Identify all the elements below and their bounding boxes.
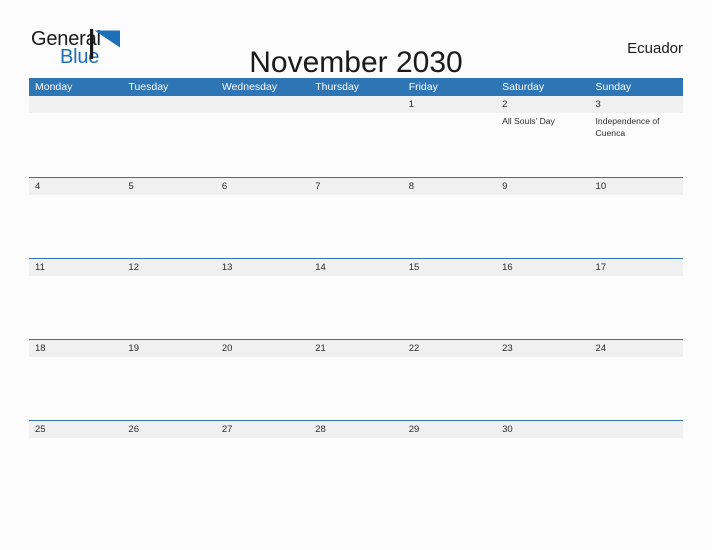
day-event-label: All Souls' Day [502,116,555,126]
day-number[interactable]: 4 [29,178,122,195]
calendar-week-row: 18 19 20 21 22 23 24 [29,339,683,420]
day-number[interactable]: 20 [216,340,309,357]
day-number[interactable]: 8 [403,178,496,195]
calendar-week-row: 4 5 6 7 8 9 10 [29,177,683,258]
day-number[interactable]: 30 [496,421,589,438]
weekday-header-saturday: Saturday [502,81,545,93]
weekday-header-friday: Friday [408,81,438,93]
day-number[interactable]: 10 [590,178,683,195]
day-number[interactable]: 1 [403,96,496,113]
day-number[interactable]: 29 [403,421,496,438]
week-event-band [29,357,683,419]
day-number[interactable]: 6 [216,178,309,195]
day-number[interactable]: 9 [496,178,589,195]
day-number[interactable]: 23 [496,340,589,357]
day-number[interactable]: 15 [403,259,496,276]
day-number [29,96,122,113]
day-number[interactable]: 13 [216,259,309,276]
week-date-band: 123 [29,96,683,113]
week-date-band: 25 26 27 28 29 30 [29,421,683,438]
weekday-header-monday: Monday [35,81,73,93]
day-number [590,421,683,438]
day-number[interactable]: 14 [309,259,402,276]
day-number[interactable]: 21 [309,340,402,357]
day-number[interactable]: 12 [122,259,215,276]
weekday-header-wednesday: Wednesday [221,81,278,93]
day-number[interactable]: 16 [496,259,589,276]
day-number[interactable]: 19 [122,340,215,357]
day-event-label: Independence of Cuenca [595,116,660,138]
weekday-header-tuesday: Tuesday [128,81,169,93]
day-number [122,96,215,113]
calendar-week-row: 25 26 27 28 29 30 [29,420,683,501]
day-number [216,96,309,113]
day-number[interactable]: 2 [496,96,589,113]
week-event-band [29,438,683,500]
day-number[interactable]: 7 [309,178,402,195]
day-number[interactable]: 22 [403,340,496,357]
calendar-grid: Monday Tuesday Wednesday Thursday Friday Satu… [29,78,683,501]
weekday-header-thursday: Thursday [315,81,360,93]
calendar-week-row: 11 12 13 14 15 16 17 [29,258,683,339]
region-label: Ecuador [627,40,683,57]
week-date-band: 11 12 13 14 15 16 17 [29,259,683,276]
day-number [309,96,402,113]
weekday-header-sunday: Sunday [595,81,632,93]
day-number[interactable]: 18 [29,340,122,357]
day-number[interactable]: 26 [122,421,215,438]
page-header: General Blue November 2030 Ecuador [0,0,712,79]
day-number[interactable]: 3 [590,96,683,113]
day-number[interactable]: 24 [590,340,683,357]
day-number[interactable]: 28 [309,421,402,438]
week-date-band: 18 19 20 21 22 23 24 [29,340,683,357]
calendar-week-row: 1 2 3 All Souls' Day Independence of Cuenca [29,96,683,177]
day-number[interactable]: 25 [29,421,122,438]
week-date-band: 4 5 6 7 8 9 10 [29,178,683,195]
day-number[interactable]: 27 [216,421,309,438]
calendar-weeks: 1 2 3 All Souls' Day Independence of Cuenca 4… [29,96,683,501]
day-number[interactable]: 11 [29,259,122,276]
day-number[interactable]: 17 [590,259,683,276]
weekday-header-row: Monday Tuesday Wednesday Thursday Friday Satu… [29,78,683,96]
page-title: November 2030 [249,46,463,80]
week-event-band: All Souls' Day Independence of Cuenca [29,113,683,175]
week-event-band [29,195,683,257]
week-event-band [29,276,683,338]
day-number[interactable]: 5 [122,178,215,195]
